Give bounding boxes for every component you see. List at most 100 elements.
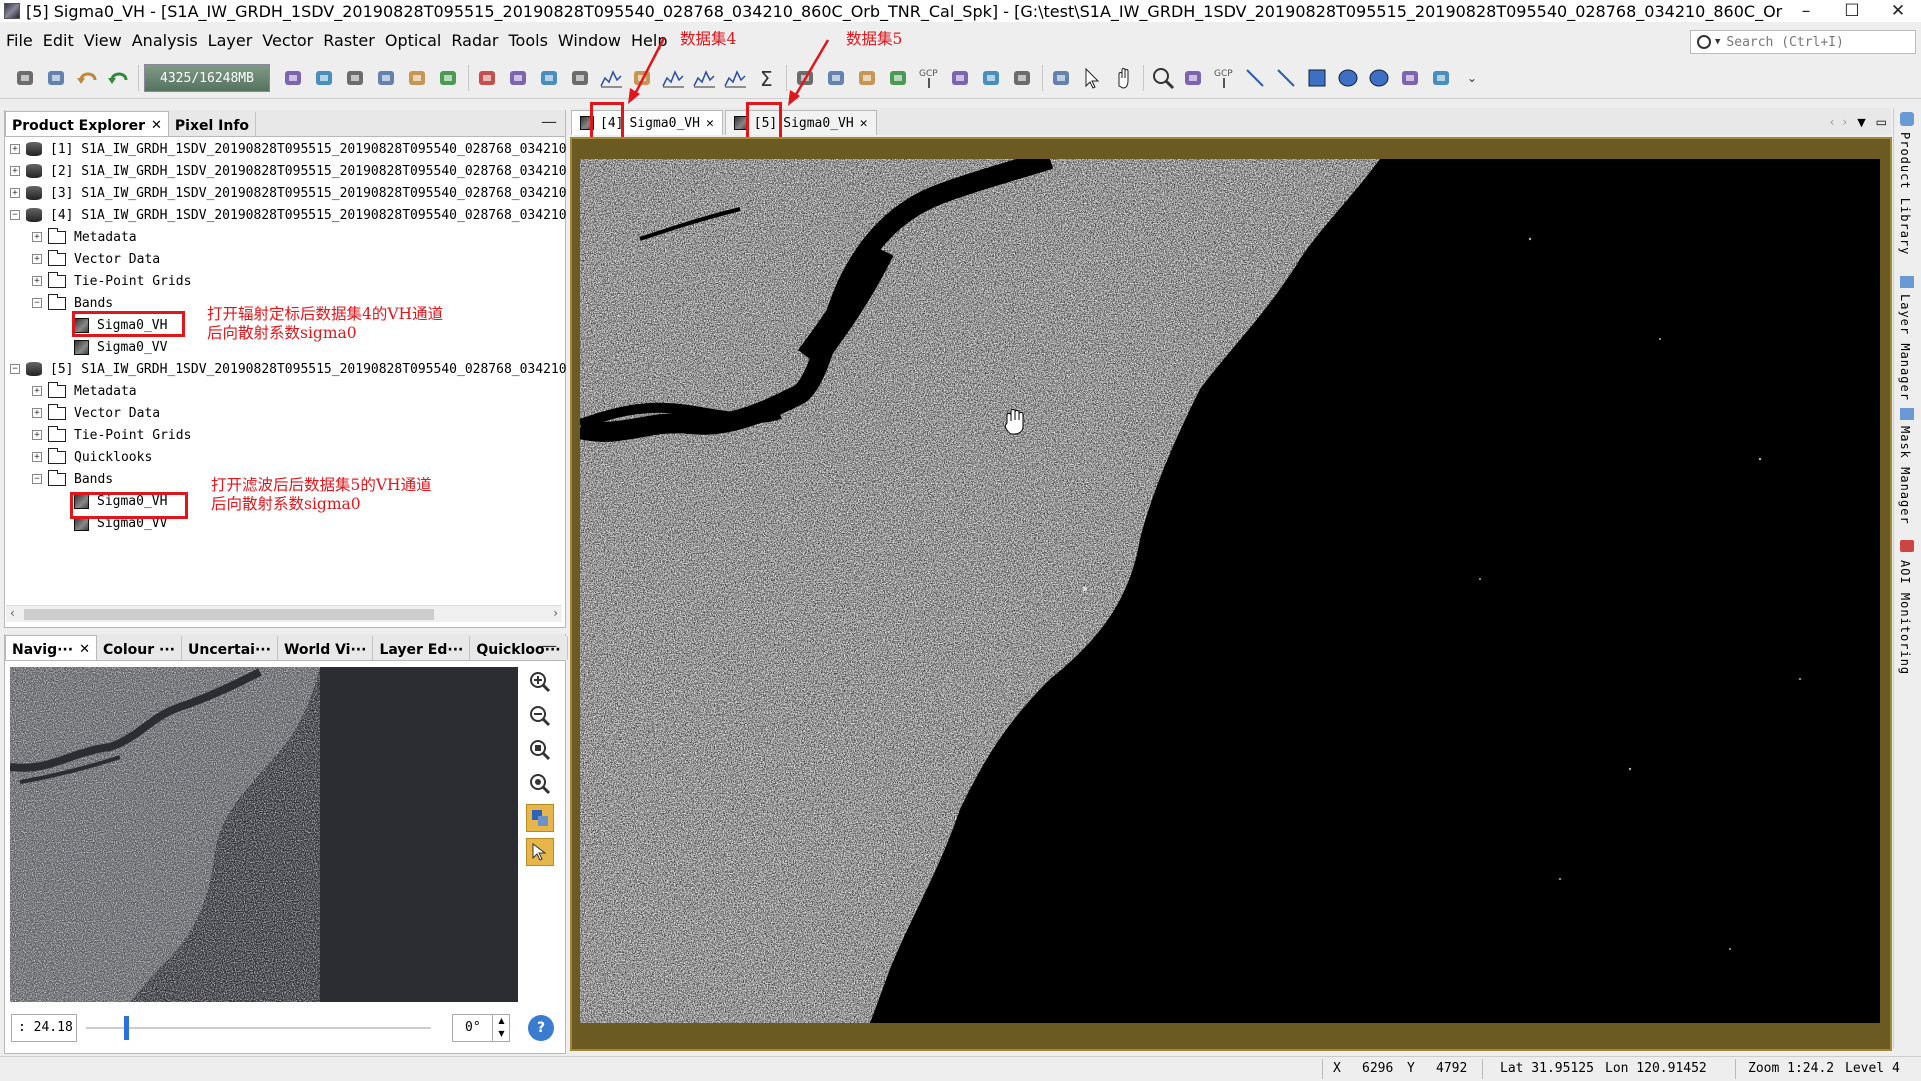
expand-icon[interactable]: + xyxy=(32,276,42,286)
sidebar-item-layer-manager[interactable]: Layer Manager xyxy=(1898,294,1912,401)
import-icon[interactable] xyxy=(311,65,339,91)
zoom-out-icon[interactable] xyxy=(526,702,554,730)
tab-navigation[interactable]: Navig··· ✕ xyxy=(5,635,97,660)
aoi-monitoring-icon[interactable] xyxy=(1900,540,1914,552)
minimize-panel-icon[interactable]: — xyxy=(541,112,557,131)
gcp-icon[interactable]: GCP xyxy=(916,65,944,91)
more-icon[interactable]: ⌄ xyxy=(1459,65,1487,91)
tree-item-metadata[interactable]: + Metadata xyxy=(32,380,137,402)
tree-item-metadata[interactable]: + Metadata xyxy=(32,226,137,248)
scroll-right-icon[interactable]: › xyxy=(553,606,558,620)
close-icon[interactable]: ✕ xyxy=(860,116,868,131)
search-input[interactable]: Search (Ctrl+I) xyxy=(1726,35,1843,50)
sidebar-item-product-library[interactable]: Product Library xyxy=(1898,132,1912,255)
menu-file[interactable]: File xyxy=(0,31,38,50)
world-map-icon[interactable] xyxy=(474,65,502,91)
cloud-icon[interactable] xyxy=(947,65,975,91)
tree-item-bands[interactable]: − Bands xyxy=(32,292,113,314)
pan-icon[interactable] xyxy=(1110,65,1138,91)
close-button[interactable]: ✕ xyxy=(1875,1,1921,21)
close-icon[interactable]: ✕ xyxy=(706,116,714,131)
tree-item-product-1[interactable]: + [1] S1A_IW_GRDH_1SDV_20190828T095515_2… xyxy=(10,138,566,160)
collapse-icon[interactable]: − xyxy=(10,364,20,374)
sync-cursor-icon[interactable] xyxy=(526,838,554,866)
polyline-icon[interactable] xyxy=(1273,65,1301,91)
help-button[interactable]: ? xyxy=(528,1015,554,1041)
expand-icon[interactable]: + xyxy=(10,188,20,198)
menu-edit[interactable]: Edit xyxy=(38,31,79,50)
rectangle-icon[interactable] xyxy=(1304,65,1332,91)
doc-tab-4-sigma0-vh[interactable]: [4] Sigma0_VH ✕ xyxy=(571,110,723,135)
world-wind-icon[interactable] xyxy=(1048,65,1076,91)
zoom-all-icon[interactable] xyxy=(526,770,554,798)
layers-icon[interactable] xyxy=(435,65,463,91)
product-library-icon[interactable] xyxy=(1900,112,1914,126)
expand-icon[interactable]: + xyxy=(32,408,42,418)
save-product-icon[interactable] xyxy=(43,65,71,91)
tab-scroll-right-icon[interactable]: › xyxy=(1842,115,1847,129)
close-icon[interactable]: ✕ xyxy=(151,118,162,133)
expand-icon[interactable]: + xyxy=(10,166,20,176)
tree-item-product-4[interactable]: − [4] S1A_IW_GRDH_1SDV_20190828T095515_2… xyxy=(10,204,566,226)
tree-item-quicklooks[interactable]: + Quicklooks xyxy=(32,446,152,468)
collapse-icon[interactable]: − xyxy=(10,210,20,220)
search-box[interactable]: ▼ Search (Ctrl+I) xyxy=(1690,30,1916,54)
image-view[interactable] xyxy=(580,159,1880,1023)
tab-list-icon[interactable]: ▼ xyxy=(1857,116,1865,129)
menu-raster[interactable]: Raster xyxy=(318,31,380,50)
zoom-icon[interactable] xyxy=(1149,65,1177,91)
scroll-left-icon[interactable]: ‹ xyxy=(10,606,15,620)
polygon-icon[interactable] xyxy=(1335,65,1363,91)
tree-item-product-3[interactable]: + [3] S1A_IW_GRDH_1SDV_20190828T095515_2… xyxy=(10,182,566,204)
tree-item-tie-point-grids[interactable]: + Tie-Point Grids xyxy=(32,270,191,292)
image-icon[interactable] xyxy=(373,65,401,91)
export-icon[interactable] xyxy=(342,65,370,91)
menu-radar[interactable]: Radar xyxy=(446,31,503,50)
web-globe-icon[interactable] xyxy=(280,65,308,91)
tree-item-tie-point-grids[interactable]: + Tie-Point Grids xyxy=(32,424,191,446)
collapse-icon[interactable]: − xyxy=(32,298,42,308)
minimize-panel-icon[interactable]: — xyxy=(541,636,557,655)
ellipse-icon[interactable] xyxy=(1366,65,1394,91)
sidebar-item-aoi-monitoring[interactable]: AOI Monitoring xyxy=(1898,560,1912,675)
expand-icon[interactable]: + xyxy=(32,430,42,440)
tab-uncertainty[interactable]: Uncertai··· xyxy=(182,636,278,660)
chevron-down-icon[interactable]: ▼ xyxy=(1715,37,1720,47)
band-maths-icon[interactable] xyxy=(567,65,595,91)
tab-product-explorer[interactable]: Product Explorer ✕ xyxy=(5,111,169,136)
rotation-stepper[interactable]: ▲ ▼ xyxy=(492,1014,510,1042)
expand-icon[interactable]: + xyxy=(32,452,42,462)
graph-builder-icon[interactable] xyxy=(978,65,1006,91)
tab-colour-manipulation[interactable]: Colour ··· xyxy=(96,636,182,660)
expand-icon[interactable]: + xyxy=(32,386,42,396)
tree-item-band-sigma0-vv[interactable]: Sigma0_VV xyxy=(74,512,167,534)
expand-icon[interactable]: + xyxy=(32,254,42,264)
range-finder-icon[interactable] xyxy=(1397,65,1425,91)
select-icon[interactable] xyxy=(505,65,533,91)
magic-wand-icon[interactable] xyxy=(1428,65,1456,91)
rgb-icon[interactable] xyxy=(404,65,432,91)
menu-analysis[interactable]: Analysis xyxy=(127,31,203,50)
tree-item-band-sigma0-vh[interactable]: Sigma0_VH xyxy=(74,490,167,512)
redo-icon[interactable] xyxy=(105,65,133,91)
zoom-slider-track[interactable] xyxy=(86,1027,431,1029)
collapse-icon[interactable]: − xyxy=(32,474,42,484)
tab-pixel-info[interactable]: Pixel Info xyxy=(168,112,257,136)
line-icon[interactable] xyxy=(1242,65,1270,91)
gcp-placer-icon[interactable]: GCP xyxy=(1211,65,1239,91)
close-icon[interactable]: ✕ xyxy=(79,642,90,657)
menu-optical[interactable]: Optical xyxy=(380,31,447,50)
tab-scroll-left-icon[interactable]: ‹ xyxy=(1830,115,1835,129)
tree-item-bands[interactable]: − Bands xyxy=(32,468,113,490)
tree-item-product-5[interactable]: − [5] S1A_IW_GRDH_1SDV_20190828T095515_2… xyxy=(10,358,566,380)
menu-tools[interactable]: Tools xyxy=(503,31,552,50)
zoom-factor-field[interactable]: : 24.18 xyxy=(11,1014,77,1042)
weather-icon[interactable] xyxy=(885,65,913,91)
zoom-slider-thumb[interactable] xyxy=(124,1016,129,1040)
zoom-pixel-icon[interactable] xyxy=(526,736,554,764)
expand-icon[interactable]: + xyxy=(32,232,42,242)
undo-icon[interactable] xyxy=(74,65,102,91)
tree-item-band-sigma0-vv[interactable]: Sigma0_VV xyxy=(74,336,167,358)
layer-manager-icon[interactable] xyxy=(1900,276,1914,288)
maximize-button[interactable]: ☐ xyxy=(1829,1,1875,21)
